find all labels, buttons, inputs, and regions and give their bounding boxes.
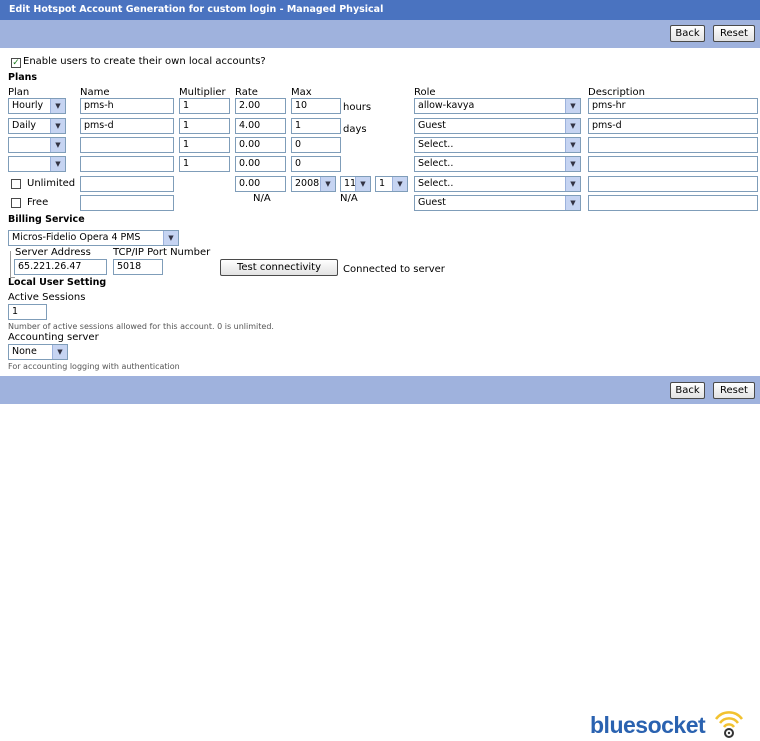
test-connectivity-button[interactable]: Test connectivity [220,259,338,276]
multiplier-input[interactable]: 1 [179,118,230,134]
unlimited-rate-input[interactable]: 0.00 [235,176,286,192]
plan-name-input[interactable] [80,137,174,153]
chevron-down-icon: ▼ [565,177,580,191]
month-select[interactable]: 11 ▼ [340,176,371,192]
chevron-down-icon: ▼ [163,231,178,245]
active-sessions-label: Active Sessions [8,292,86,303]
unlimited-description-input[interactable] [588,176,758,192]
description-input[interactable] [588,156,758,172]
multiplier-input[interactable]: 1 [179,137,230,153]
rate-column-header: Rate [235,87,258,98]
rate-input[interactable]: 2.00 [235,98,286,114]
chevron-down-icon: ▼ [565,119,580,133]
server-address-input[interactable]: 65.221.26.47 [14,259,107,275]
role-select[interactable]: Select.. ▼ [414,156,581,172]
chevron-down-icon: ▼ [50,157,65,171]
unlimited-label: Unlimited [27,178,76,189]
max-na-label: N/A [340,193,358,204]
page-title: Edit Hotspot Account Generation for cust… [0,0,760,20]
accounting-server-label: Accounting server [8,332,99,343]
bluesocket-logo: bluesocket [588,706,753,740]
multiplier-input[interactable]: 1 [179,98,230,114]
accounting-server-note: For accounting logging with authenticati… [8,362,180,371]
back-button[interactable]: Back [670,25,705,42]
max-column-header: Max [291,87,312,98]
plan-select[interactable]: ▼ [8,156,66,172]
description-input[interactable]: pms-hr [588,98,758,114]
chevron-down-icon: ▼ [565,99,580,113]
description-input[interactable] [588,137,758,153]
local-user-section-title: Local User Setting [8,277,107,288]
top-toolbar: Back Reset [0,20,760,48]
free-checkbox[interactable] [11,198,21,208]
description-column-header: Description [588,87,645,98]
max-unit-label: days [343,124,367,135]
unlimited-checkbox[interactable] [11,179,21,189]
form-panel: ✓ Enable users to create their own local… [0,48,760,376]
plan-column-header: Plan [8,87,30,98]
name-column-header: Name [80,87,110,98]
chevron-down-icon: ▼ [565,157,580,171]
day-select[interactable]: 1 ▼ [375,176,408,192]
billing-service-select[interactable]: Micros-Fidelio Opera 4 PMS ▼ [8,230,179,246]
plans-section-title: Plans [8,72,38,83]
free-label: Free [27,197,49,208]
chevron-down-icon: ▼ [320,177,335,191]
role-column-header: Role [414,87,436,98]
year-select[interactable]: 2008 ▼ [291,176,336,192]
active-sessions-note: Number of active sessions allowed for th… [8,322,274,331]
max-input[interactable]: 0 [291,137,341,153]
back-button[interactable]: Back [670,382,705,399]
port-label: TCP/IP Port Number [113,247,211,258]
multiplier-input[interactable]: 1 [179,156,230,172]
chevron-down-icon: ▼ [50,99,65,113]
free-name-input[interactable] [80,195,174,211]
reset-button[interactable]: Reset [713,25,755,42]
chevron-down-icon: ▼ [565,196,580,210]
role-select[interactable]: allow-kavya ▼ [414,98,581,114]
multiplier-column-header: Multiplier [179,87,226,98]
brand-wordmark: bluesocket [590,712,706,738]
chevron-down-icon: ▼ [392,177,407,191]
max-input[interactable]: 0 [291,156,341,172]
accounting-server-select[interactable]: None ▼ [8,344,68,360]
plan-select[interactable]: Daily ▼ [8,118,66,134]
chevron-down-icon: ▼ [52,345,67,359]
chevron-down-icon: ▼ [50,138,65,152]
port-input[interactable]: 5018 [113,259,163,275]
chevron-down-icon: ▼ [565,138,580,152]
free-role-select[interactable]: Guest ▼ [414,195,581,211]
plan-name-input[interactable]: pms-h [80,98,174,114]
bottom-toolbar: Back Reset [0,376,760,404]
rate-na-label: N/A [253,193,271,204]
rate-input[interactable]: 0.00 [235,137,286,153]
max-input[interactable]: 1 [291,118,341,134]
unlimited-role-select[interactable]: Select.. ▼ [414,176,581,192]
plan-name-input[interactable] [80,156,174,172]
plan-select[interactable]: ▼ [8,137,66,153]
unlimited-name-input[interactable] [80,176,174,192]
connection-status: Connected to server [343,264,445,275]
role-select[interactable]: Select.. ▼ [414,137,581,153]
free-description-input[interactable] [588,195,758,211]
max-unit-label: hours [343,102,372,113]
enable-accounts-checkbox[interactable]: ✓ [11,58,21,68]
wifi-signal-icon [714,711,744,738]
billing-section-title: Billing Service [8,214,85,225]
plan-select[interactable]: Hourly ▼ [8,98,66,114]
description-input[interactable]: pms-d [588,118,758,134]
max-input[interactable]: 10 [291,98,341,114]
server-address-label: Server Address [15,247,91,258]
enable-accounts-label: Enable users to create their own local a… [23,56,266,67]
role-select[interactable]: Guest ▼ [414,118,581,134]
plan-name-input[interactable]: pms-d [80,118,174,134]
chevron-down-icon: ▼ [50,119,65,133]
active-sessions-input[interactable]: 1 [8,304,47,320]
reset-button[interactable]: Reset [713,382,755,399]
chevron-down-icon: ▼ [355,177,370,191]
rate-input[interactable]: 0.00 [235,156,286,172]
rate-input[interactable]: 4.00 [235,118,286,134]
